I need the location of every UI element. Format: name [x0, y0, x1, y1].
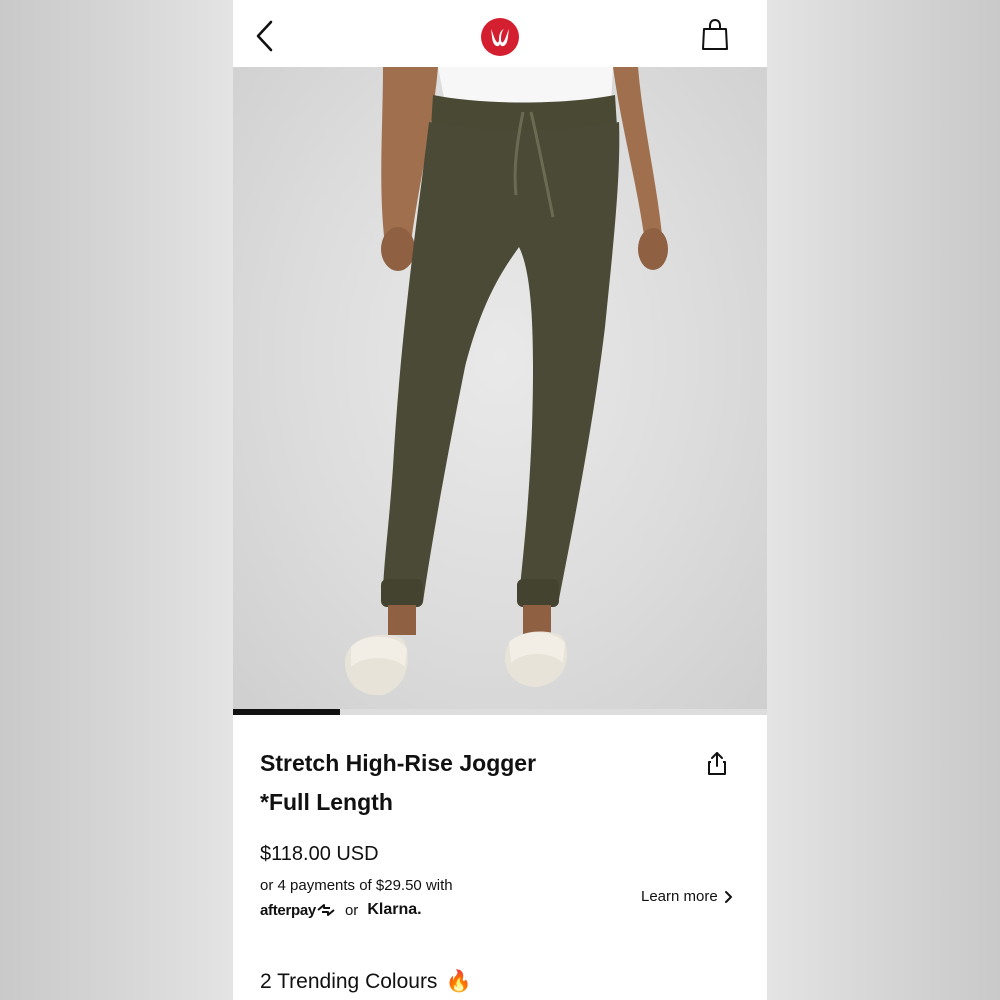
shopping-bag-icon: [702, 18, 728, 50]
afterpay-arrows-icon: [317, 904, 335, 916]
share-icon: [708, 752, 726, 775]
klarna-logo[interactable]: Klarna.: [367, 901, 421, 919]
learn-more-link[interactable]: Learn more: [641, 888, 733, 905]
chevron-left-icon: [256, 20, 273, 52]
logo-icon: [481, 18, 519, 56]
gallery-progress-bar: [233, 709, 767, 715]
app-screen: Stretch High-Rise Jogger *Full Length $1…: [233, 0, 767, 1000]
background-right: [767, 0, 1000, 1000]
trending-label: 2 Trending Colours: [260, 970, 438, 993]
afterpay-label: afterpay: [260, 901, 316, 919]
product-title-line-1: Stretch High-Rise Jogger: [260, 750, 537, 776]
product-photo-illustration: [345, 67, 668, 696]
gallery-progress-fill: [233, 709, 340, 715]
product-price: $118.00 USD: [260, 843, 379, 865]
trending-colours-heading: 2 Trending Colours 🔥: [260, 970, 472, 994]
product-image[interactable]: [233, 67, 767, 710]
lululemon-logo[interactable]: [480, 17, 520, 57]
back-button[interactable]: [251, 18, 279, 54]
share-button[interactable]: [705, 751, 731, 779]
shopping-bag-button[interactable]: [701, 18, 733, 54]
installment-text: or 4 payments of $29.50 with: [260, 877, 453, 894]
chevron-right-icon: [724, 890, 732, 903]
afterpay-logo[interactable]: afterpay: [260, 902, 336, 919]
background-left: [0, 0, 233, 1000]
or-label: or: [344, 901, 359, 919]
product-title: Stretch High-Rise Jogger *Full Length: [260, 744, 660, 822]
top-nav-bar: [233, 0, 767, 67]
payment-options: afterpay or Klarna.: [260, 899, 422, 921]
fire-icon: 🔥: [445, 970, 472, 993]
product-title-line-2: *Full Length: [260, 789, 393, 815]
learn-more-label: Learn more: [641, 888, 718, 905]
